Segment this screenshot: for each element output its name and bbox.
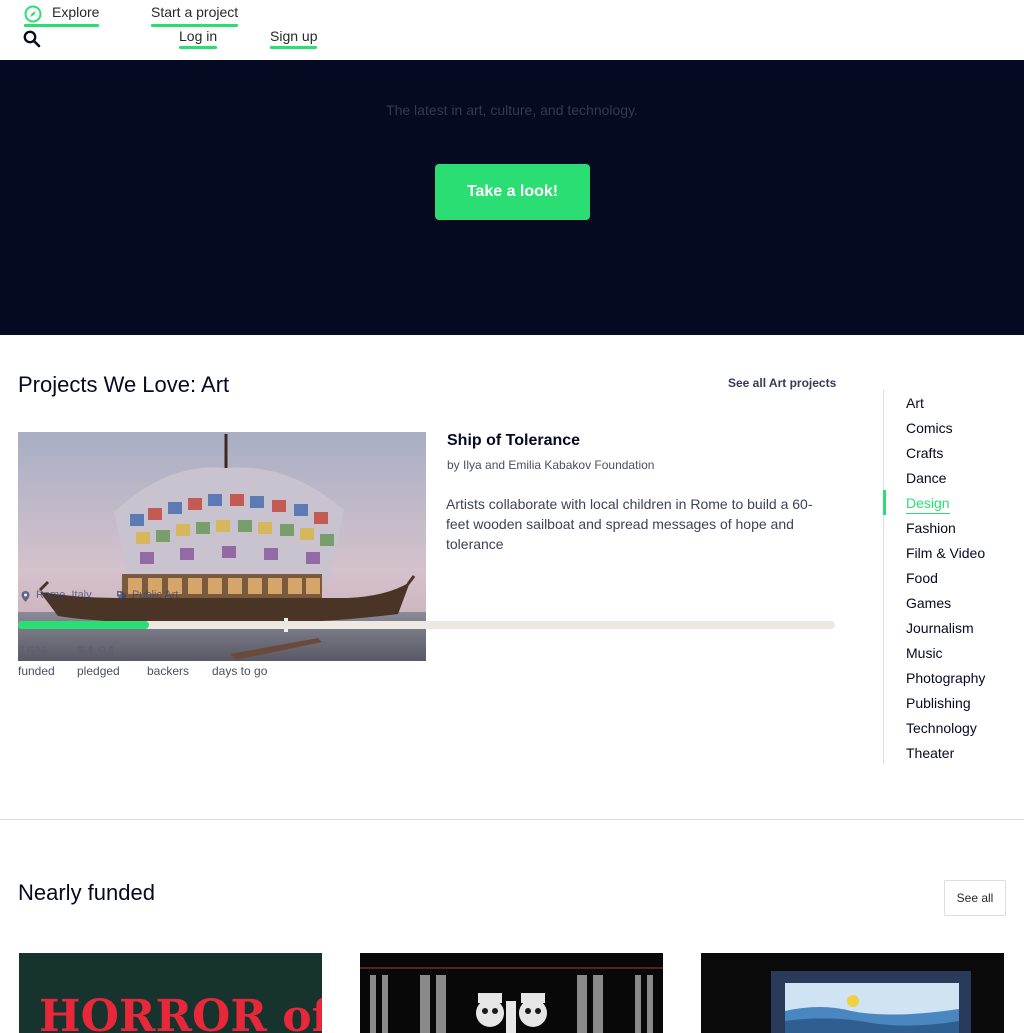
start-project-label: Start a project [151,4,239,20]
category-fashion[interactable]: Fashion [906,520,956,536]
category-active-indicator [883,490,886,515]
sign-up-label: Sign up [270,28,318,44]
explore-link[interactable]: Explore [24,4,100,27]
nearly-funded-card-3[interactable] [701,953,1004,1033]
nearly-funded-card-2[interactable] [360,953,663,1033]
category-music[interactable]: Music [906,645,943,661]
category-publishing[interactable]: Publishing [906,695,971,711]
location-pin-icon [21,591,30,602]
sign-up-link[interactable]: Sign up [270,28,318,49]
category-technology[interactable]: Technology [906,720,977,736]
log-in-link[interactable]: Log in [179,28,218,49]
category-divider [883,390,884,764]
card-2-image [360,953,663,1033]
take-a-look-button[interactable]: Take a look! [435,164,590,220]
project-category[interactable]: Public Art [132,589,178,601]
days-to-go-label: days to go [212,664,268,678]
card-1-title-art: HORROR of KHOR [39,991,322,1033]
log-in-underline [179,46,218,49]
log-in-label: Log in [179,28,218,44]
funded-percent-value: 16% [18,643,49,660]
category-food[interactable]: Food [906,570,938,586]
section-divider [0,819,1024,820]
nearly-funded-card-1[interactable]: HORROR of KHOR [19,953,322,1033]
sign-up-underline [270,46,318,49]
nearly-funded-title: Nearly funded [18,880,155,905]
hero-tagline: The latest in art, culture, and technolo… [386,102,638,118]
pledged-label: pledged [77,664,120,678]
category-art[interactable]: Art [906,395,924,411]
project-location[interactable]: Rome, Italy [36,589,92,601]
search-icon[interactable] [23,30,41,48]
funding-progress-fill [18,621,149,629]
funding-progress-bar [18,621,835,629]
card-3-image [701,953,1004,1033]
compass-icon [24,5,42,23]
category-film-video[interactable]: Film & Video [906,545,985,561]
pledged-value: $4,94 [77,643,115,660]
see-all-art-projects-link[interactable]: See all Art projects [728,376,836,390]
category-crafts[interactable]: Crafts [906,445,943,461]
category-comics[interactable]: Comics [906,420,953,436]
backers-label: backers [147,664,190,678]
project-blurb: Artists collaborate with local children … [446,496,813,552]
category-tag-icon [117,591,127,601]
explore-label: Explore [52,4,100,20]
project-title[interactable]: Ship of Tolerance [447,432,580,450]
explore-underline [24,24,100,27]
start-project-underline [151,24,239,27]
hero-banner: The latest in art, culture, and technolo… [0,60,1024,335]
category-dance[interactable]: Dance [906,470,946,486]
project-creator[interactable]: by Ilya and Emilia Kabakov Foundation [447,458,654,472]
category-design[interactable]: Design [906,495,950,514]
category-photography[interactable]: Photography [906,670,985,686]
nearly-funded-see-all-button[interactable]: See all [944,880,1006,916]
category-theater[interactable]: Theater [906,745,954,761]
category-games[interactable]: Games [906,595,951,611]
projects-we-love-title: Projects We Love: Art [18,372,230,397]
card-1-image: HORROR of KHOR [19,953,322,1033]
start-project-link[interactable]: Start a project [151,4,239,27]
funded-label: funded [18,664,55,678]
category-journalism[interactable]: Journalism [906,620,974,636]
